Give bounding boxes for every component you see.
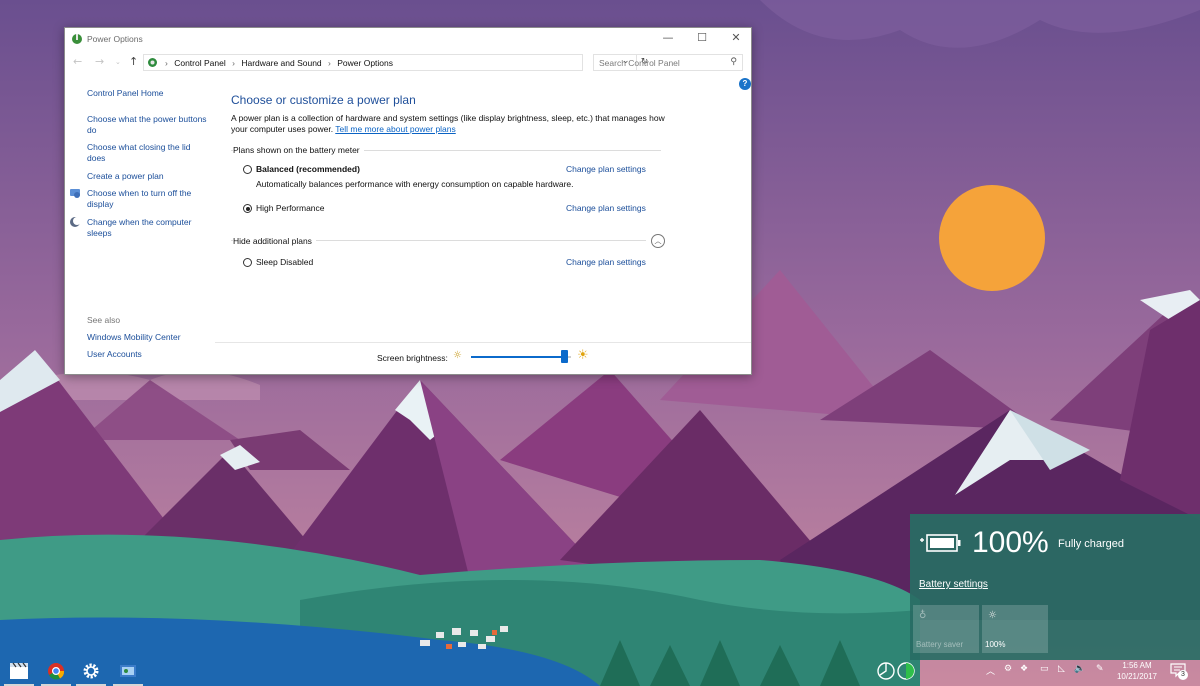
- screen-brightness-label: Screen brightness:: [377, 353, 448, 363]
- plan-high-performance-name[interactable]: High Performance: [256, 203, 325, 213]
- timer-circles-icon[interactable]: [876, 661, 916, 681]
- plan-sleep-disabled-name[interactable]: Sleep Disabled: [256, 257, 313, 267]
- minimize-button[interactable]: —: [651, 28, 685, 50]
- sidebar-create-power-plan[interactable]: Create a power plan: [87, 171, 207, 182]
- chrome-icon[interactable]: [45, 661, 67, 681]
- sidebar-user-accounts[interactable]: User Accounts: [87, 349, 207, 360]
- page-title: Choose or customize a power plan: [231, 93, 416, 107]
- sidebar-power-buttons[interactable]: Choose what the power buttons do: [87, 114, 207, 136]
- battery-saver-icon: ♁: [919, 610, 927, 621]
- brightness-bar: Screen brightness: ☼ ☀: [215, 342, 751, 374]
- control-panel-taskbar-icon[interactable]: [117, 661, 139, 681]
- show-hidden-icons-chevron-icon[interactable]: ︿: [986, 664, 995, 677]
- forward-arrow-icon[interactable]: →: [95, 55, 104, 68]
- power-options-window: Power Options — ☐ ✕ ← → ⌄ ↑ › Control Pa…: [64, 27, 752, 375]
- hide-additional-plans-label[interactable]: Hide additional plans: [233, 236, 316, 246]
- sidebar-windows-mobility-center[interactable]: Windows Mobility Center: [87, 332, 207, 343]
- settings-gear-icon[interactable]: [80, 661, 102, 681]
- address-bar[interactable]: › Control Panel › Hardware and Sound › P…: [143, 54, 648, 71]
- breadcrumb-control-panel[interactable]: Control Panel: [174, 58, 226, 68]
- battery-saver-label: Battery saver: [916, 640, 964, 649]
- breadcrumb-power-options[interactable]: Power Options: [337, 58, 393, 68]
- brightness-high-icon: ☀: [577, 348, 589, 363]
- battery-status: Fully charged: [1058, 538, 1125, 550]
- clock[interactable]: 1:56 AM 10/21/2017: [1114, 660, 1160, 682]
- see-also-label: See also: [87, 315, 121, 325]
- notification-count-badge: 3: [1178, 670, 1188, 680]
- breadcrumb-separator-icon: ›: [165, 58, 168, 68]
- maximize-button[interactable]: ☐: [685, 28, 719, 50]
- sidebar-control-panel-home[interactable]: Control Panel Home: [87, 88, 207, 99]
- brightness-low-icon: ☼: [453, 350, 462, 361]
- plan-high-performance-radio[interactable]: [243, 204, 252, 213]
- collapse-chevron-up-icon[interactable]: ︿: [651, 234, 665, 248]
- battery-meter-section-label: Plans shown on the battery meter: [233, 145, 364, 155]
- learn-more-link[interactable]: Tell me more about power plans: [335, 124, 455, 134]
- brightness-slider-fill: [471, 356, 564, 358]
- brightness-slider[interactable]: [471, 350, 571, 363]
- brightness-tile[interactable]: ☼ 100%: [982, 605, 1048, 653]
- video-editor-icon[interactable]: [8, 661, 30, 681]
- close-button[interactable]: ✕: [719, 28, 753, 50]
- breadcrumb: › Control Panel › Hardware and Sound › P…: [161, 58, 393, 68]
- search-box[interactable]: ⚲: [593, 54, 743, 71]
- plan-sleep-disabled-radio[interactable]: [243, 258, 252, 267]
- dropbox-icon[interactable]: ❖: [1020, 664, 1028, 674]
- plan-balanced-radio[interactable]: [243, 165, 252, 174]
- search-icon[interactable]: ⚲: [730, 57, 737, 67]
- clock-date: 10/21/2017: [1116, 672, 1158, 681]
- clock-time: 1:56 AM: [1122, 661, 1152, 670]
- breadcrumb-separator-icon: ›: [232, 58, 235, 68]
- brightness-slider-thumb[interactable]: [561, 350, 568, 363]
- sidebar-computer-sleeps[interactable]: Change when the computer sleeps: [87, 217, 207, 239]
- battery-percent: 100%: [972, 526, 1049, 559]
- title-bar[interactable]: Power Options — ☐ ✕: [65, 28, 751, 50]
- control-panel-icon: [148, 58, 157, 67]
- sleep-moon-icon: [70, 217, 81, 227]
- recent-locations-chevron-icon[interactable]: ⌄: [115, 58, 121, 66]
- change-plan-settings-balanced-link[interactable]: Change plan settings: [566, 164, 646, 174]
- sidebar-turn-off-display[interactable]: Choose when to turn off the display: [87, 188, 207, 210]
- battery-charging-icon: [920, 534, 961, 552]
- display-shield-icon: [70, 189, 80, 198]
- network-icon[interactable]: ◺: [1058, 664, 1065, 674]
- navigation-row: ← → ⌄ ↑ › Control Panel › Hardware and S…: [65, 54, 751, 72]
- plan-balanced-name[interactable]: Balanced (recommended): [256, 164, 360, 174]
- pen-workspace-icon[interactable]: ✎: [1096, 664, 1104, 674]
- plan-balanced-description: Automatically balances performance with …: [256, 179, 574, 189]
- change-plan-settings-sleep-disabled-link[interactable]: Change plan settings: [566, 257, 646, 267]
- battery-tray-icon[interactable]: ▭: [1040, 664, 1049, 674]
- sidebar-closing-lid[interactable]: Choose what closing the lid does: [87, 142, 207, 164]
- up-arrow-icon[interactable]: ↑: [129, 55, 138, 68]
- battery-settings-link[interactable]: Battery settings: [919, 579, 988, 590]
- brightness-icon: ☼: [988, 610, 997, 621]
- volume-icon[interactable]: 🔈: [1074, 664, 1085, 674]
- taskbar: ︿ ⚙ ❖ ▭ ◺ 🔈 ✎ 1:56 AM 10/21/2017 3: [0, 656, 1200, 686]
- battery-saver-tile[interactable]: ♁ Battery saver: [913, 605, 979, 653]
- change-plan-settings-high-performance-link[interactable]: Change plan settings: [566, 203, 646, 213]
- search-input[interactable]: [599, 57, 719, 69]
- window-title: Power Options: [87, 34, 143, 44]
- help-icon[interactable]: ?: [739, 78, 751, 90]
- steam-icon[interactable]: ⚙: [1004, 664, 1012, 674]
- brightness-tile-label: 100%: [985, 640, 1006, 649]
- breadcrumb-hardware-and-sound[interactable]: Hardware and Sound: [241, 58, 321, 68]
- power-options-app-icon: [72, 34, 82, 44]
- breadcrumb-separator-icon: ›: [328, 58, 331, 68]
- battery-flyout: 100% Fully charged Battery settings ♁ Ba…: [910, 514, 1200, 660]
- page-description: A power plan is a collection of hardware…: [231, 113, 671, 135]
- back-arrow-icon[interactable]: ←: [73, 55, 82, 68]
